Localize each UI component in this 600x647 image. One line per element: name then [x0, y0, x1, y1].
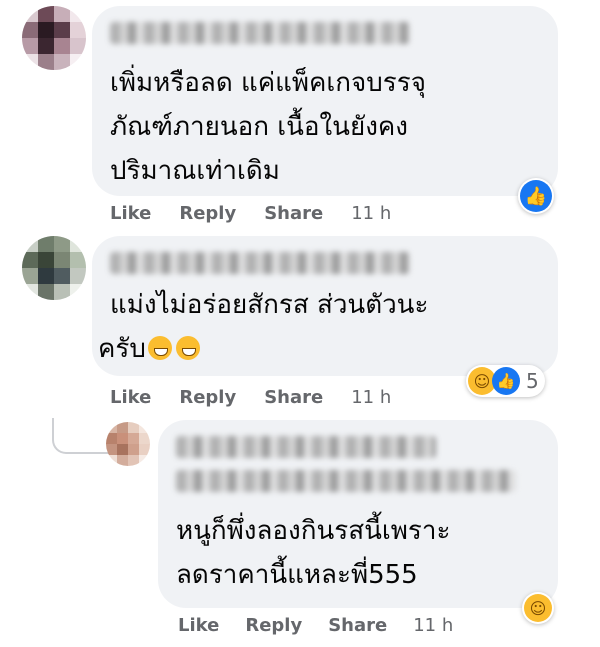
like-icon: 👍: [520, 180, 552, 212]
grinning-face-icon: [147, 336, 172, 360]
comment-actions: Like Reply Share 11 h: [110, 203, 391, 224]
author-name-blurred[interactable]: [176, 470, 516, 492]
comment-bubble: แม่งไม่อร่อยสักรส ส่วนตัวนะ ครับ: [92, 236, 558, 376]
comment-line: ปริมาณเท่าเดิม: [110, 156, 280, 186]
comment-line: แม่งไม่อร่อยสักรส ส่วนตัวนะ: [110, 290, 429, 320]
comment-bubble: เพิ่มหรือลด แค่แพ็คเกจบรรจุ ภัณฑ์ภายนอก …: [92, 6, 558, 196]
reply-button[interactable]: Reply: [179, 203, 236, 224]
like-button[interactable]: Like: [178, 615, 219, 636]
comment-line-text: ครับ: [98, 334, 146, 364]
like-icon: 👍: [492, 367, 520, 395]
share-button[interactable]: Share: [328, 615, 387, 636]
avatar[interactable]: [22, 6, 86, 70]
author-name-blurred[interactable]: [110, 22, 410, 44]
reactions-summary[interactable]: ☺: [522, 592, 554, 624]
author-name-blurred[interactable]: [110, 252, 410, 274]
timestamp[interactable]: 11 h: [351, 387, 391, 408]
share-button[interactable]: Share: [264, 387, 323, 408]
comment-actions: Like Reply Share 11 h: [110, 387, 391, 408]
avatar[interactable]: [22, 236, 86, 300]
timestamp[interactable]: 11 h: [413, 615, 453, 636]
share-button[interactable]: Share: [264, 203, 323, 224]
haha-icon: ☺: [524, 594, 552, 622]
comment-actions: Like Reply Share 11 h: [178, 615, 453, 636]
reply-bubble: หนูก็พึ่งลองกินรสนี้เพราะ ลดราคานี้แหละพ…: [158, 420, 558, 608]
reply-button[interactable]: Reply: [245, 615, 302, 636]
like-button[interactable]: Like: [110, 387, 151, 408]
comment-line: ครับ: [98, 326, 200, 372]
reaction-count: 5: [526, 369, 539, 393]
avatar[interactable]: [106, 422, 150, 466]
like-button[interactable]: Like: [110, 203, 151, 224]
author-name-blurred[interactable]: [176, 436, 436, 458]
comment-line: เพิ่มหรือลด แค่แพ็คเกจบรรจุ: [110, 68, 426, 98]
comment-line: หนูก็พึ่งลองกินรสนี้เพราะ: [176, 516, 451, 546]
reply-thread-line: [52, 418, 110, 454]
reply-button[interactable]: Reply: [179, 387, 236, 408]
grinning-face-icon: [175, 336, 200, 360]
comment-line: ภัณฑ์ภายนอก เนื้อในยังคง: [110, 112, 408, 142]
comment-line: ลดราคานี้แหละพี่555: [176, 560, 418, 590]
reactions-summary[interactable]: ☺ 👍 5: [466, 365, 545, 397]
reactions-summary[interactable]: 👍: [518, 178, 554, 214]
timestamp[interactable]: 11 h: [351, 203, 391, 224]
